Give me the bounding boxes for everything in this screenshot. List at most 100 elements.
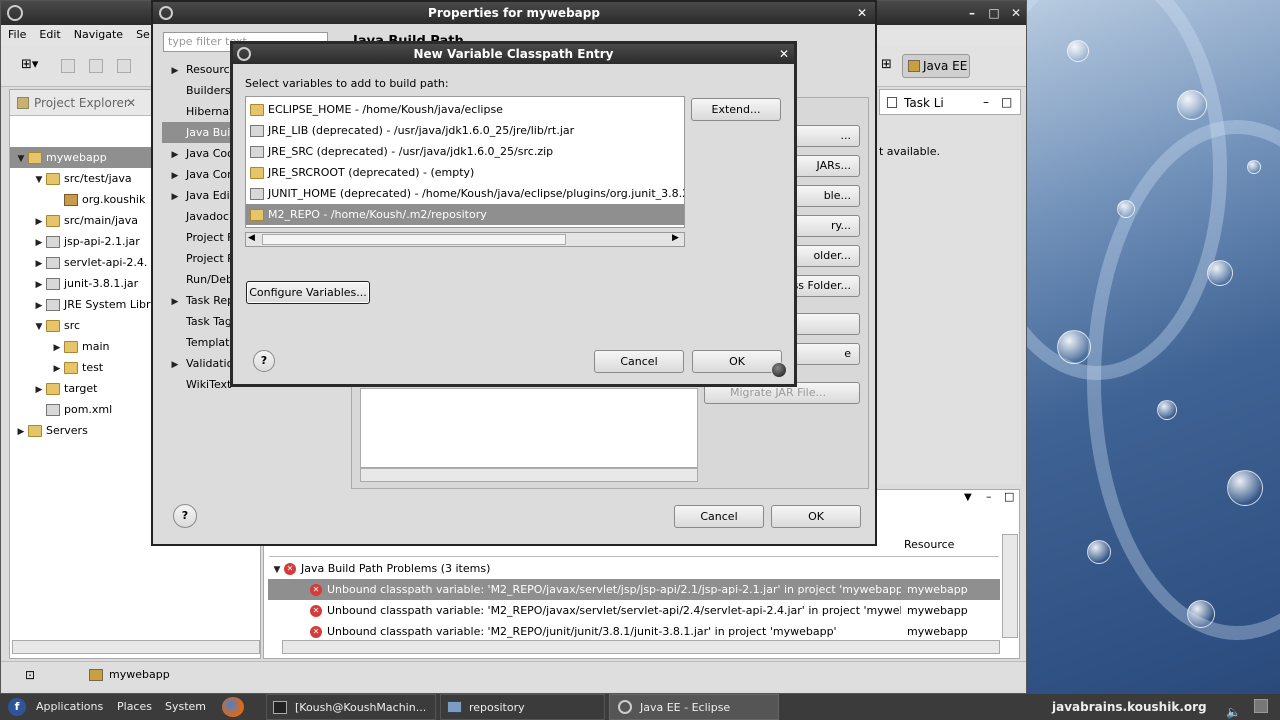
expand-arrow-icon[interactable]: ▶ bbox=[164, 166, 186, 185]
expand-arrow-icon[interactable]: ▶ bbox=[164, 187, 186, 206]
fast-view-icon[interactable]: ⊡ bbox=[25, 668, 35, 682]
folder-icon bbox=[250, 104, 264, 116]
menu-system[interactable]: System bbox=[159, 694, 212, 720]
nav-item-label: Project F bbox=[186, 231, 234, 244]
variable-label: JUNIT_HOME (deprecated) - /home/Koush/ja… bbox=[268, 187, 685, 200]
properties-ok-button[interactable]: OK bbox=[771, 505, 861, 528]
configure-variables-button[interactable]: Configure Variables... bbox=[246, 281, 370, 304]
build-path-hscroll[interactable] bbox=[360, 468, 698, 482]
nav-item-label: Java Bui bbox=[186, 126, 231, 139]
expand-arrow-icon[interactable]: ▶ bbox=[50, 359, 64, 380]
expand-arrow-icon[interactable]: ▶ bbox=[32, 275, 46, 296]
variables-list[interactable]: ECLIPSE_HOME - /home/Koush/java/eclipse J… bbox=[245, 96, 685, 228]
minimize-icon[interactable]: – bbox=[963, 4, 981, 22]
nav-item-label: Hibernat bbox=[186, 105, 234, 118]
variable-item[interactable]: M2_REPO - /home/Koush/.m2/repository bbox=[246, 204, 684, 225]
problem-resource: mywebapp bbox=[907, 583, 968, 596]
maximize-view-icon[interactable]: □ bbox=[1004, 490, 1014, 503]
expand-arrow-icon[interactable]: ▶ bbox=[164, 292, 186, 311]
expand-arrow-icon[interactable]: ▶ bbox=[32, 380, 46, 401]
problems-column-header-resource[interactable]: Resource bbox=[904, 538, 954, 551]
help-button[interactable]: ? bbox=[173, 504, 197, 528]
expand-arrow-icon[interactable]: ▶ bbox=[32, 296, 46, 317]
variable-item[interactable]: JUNIT_HOME (deprecated) - /home/Koush/ja… bbox=[246, 183, 684, 204]
collapse-arrow-icon[interactable]: ▼ bbox=[32, 170, 46, 191]
task-repository[interactable]: repository bbox=[440, 694, 605, 720]
expand-arrow-icon[interactable]: ▶ bbox=[164, 355, 186, 374]
table-row[interactable]: ✕ Unbound classpath variable: 'M2_REPO/ja… bbox=[268, 579, 1000, 600]
tree-item-label: jsp-api-2.1.jar bbox=[64, 235, 140, 248]
folder-icon bbox=[250, 167, 264, 179]
scroll-right-icon[interactable]: ▶ bbox=[672, 233, 679, 243]
problems-group[interactable]: ▼ ✕ Java Build Path Problems (3 items) bbox=[270, 558, 490, 579]
menu-file[interactable]: File bbox=[1, 25, 32, 45]
variables-hscroll[interactable]: ◀ ▶ bbox=[245, 232, 685, 247]
maximize-icon[interactable]: □ bbox=[985, 4, 1003, 22]
variable-label: M2_REPO - /home/Koush/.m2/repository bbox=[268, 208, 487, 221]
perspective-java-ee[interactable]: Java EE bbox=[902, 54, 970, 78]
save-icon[interactable] bbox=[61, 59, 75, 73]
new-variable-dialog: New Variable Classpath Entry ✕ Select va… bbox=[230, 41, 797, 387]
expand-arrow-icon[interactable]: ▶ bbox=[164, 145, 186, 164]
expand-arrow-icon[interactable]: ▶ bbox=[50, 338, 64, 359]
variable-item[interactable]: ECLIPSE_HOME - /home/Koush/java/eclipse bbox=[246, 99, 684, 120]
properties-cancel-button[interactable]: Cancel bbox=[674, 505, 764, 528]
firefox-icon[interactable] bbox=[222, 697, 244, 717]
vertical-scrollbar[interactable] bbox=[1002, 534, 1018, 638]
taskbar: f Applications Places System [Koush@Kous… bbox=[0, 694, 1280, 720]
open-perspective-icon[interactable]: ⊞ bbox=[881, 57, 892, 72]
volume-icon[interactable]: 🔈 bbox=[1226, 699, 1241, 720]
close-icon[interactable]: ✕ bbox=[1007, 4, 1025, 22]
expand-arrow-icon[interactable]: ▶ bbox=[14, 422, 28, 443]
project-icon bbox=[89, 669, 103, 681]
package-folder-icon bbox=[46, 215, 60, 227]
menu-navigate[interactable]: Navigate bbox=[67, 25, 129, 45]
collapse-arrow-icon[interactable]: ▼ bbox=[14, 149, 28, 170]
task-eclipse[interactable]: Java EE - Eclipse bbox=[609, 694, 779, 720]
folder-icon bbox=[46, 383, 60, 395]
build-path-list[interactable] bbox=[360, 388, 698, 468]
table-row[interactable]: ✕ Unbound classpath variable: 'M2_REPO/ja… bbox=[268, 600, 1000, 621]
menu-applications[interactable]: Applications bbox=[30, 694, 109, 720]
print-icon[interactable] bbox=[117, 59, 131, 73]
minimize-view-icon[interactable]: – bbox=[986, 490, 992, 503]
task-terminal[interactable]: [Koush@KoushMachin... bbox=[266, 694, 436, 720]
close-view-icon[interactable]: ✕ bbox=[126, 90, 136, 116]
expand-arrow-icon[interactable]: ▶ bbox=[32, 233, 46, 254]
close-icon[interactable]: ✕ bbox=[779, 44, 789, 64]
nav-item-label: Task Rep bbox=[186, 294, 235, 307]
close-icon[interactable]: ✕ bbox=[857, 2, 867, 24]
network-icon[interactable] bbox=[1254, 699, 1268, 713]
expand-arrow-icon[interactable]: ▶ bbox=[32, 212, 46, 233]
status-text: mywebapp bbox=[109, 668, 170, 681]
status-bar: ⊡ mywebapp bbox=[1, 661, 1026, 691]
watermark-text: javabrains.koushik.org bbox=[1052, 700, 1207, 714]
maximize-view-icon[interactable]: □ bbox=[1001, 89, 1012, 115]
new-wizard-icon[interactable]: ⊞▾ bbox=[21, 57, 47, 75]
horizontal-scrollbar[interactable] bbox=[12, 640, 260, 654]
view-menu-icon[interactable]: ▼ bbox=[964, 492, 972, 503]
collapse-arrow-icon[interactable]: ▼ bbox=[32, 317, 46, 338]
minimize-view-icon[interactable]: – bbox=[983, 89, 989, 115]
expand-arrow-icon[interactable]: ▼ bbox=[270, 560, 284, 581]
tree-item-label: main bbox=[82, 340, 110, 353]
error-icon: ✕ bbox=[310, 605, 322, 617]
help-button[interactable]: ? bbox=[253, 350, 275, 372]
dialog-cancel-button[interactable]: Cancel bbox=[594, 350, 684, 373]
extend-button[interactable]: Extend... bbox=[691, 98, 781, 121]
scroll-left-icon[interactable]: ◀ bbox=[248, 233, 255, 243]
table-row[interactable]: ✕ Unbound classpath variable: 'M2_REPO/ju… bbox=[268, 621, 1000, 642]
scroll-thumb[interactable] bbox=[262, 234, 566, 245]
expand-arrow-icon[interactable]: ▶ bbox=[164, 61, 186, 80]
variable-item[interactable]: JRE_SRC (deprecated) - /usr/java/jdk1.6.… bbox=[246, 141, 684, 162]
variable-item[interactable]: JRE_LIB (deprecated) - /usr/java/jdk1.6.… bbox=[246, 120, 684, 141]
variable-item[interactable]: JRE_SRCROOT (deprecated) - (empty) bbox=[246, 162, 684, 183]
dialog-ok-button[interactable]: OK bbox=[692, 350, 782, 373]
menu-places[interactable]: Places bbox=[111, 694, 158, 720]
task-list-tab[interactable]: Task Li – □ bbox=[879, 89, 1021, 115]
fedora-logo-icon: f bbox=[8, 698, 26, 716]
save-all-icon[interactable] bbox=[89, 59, 103, 73]
menu-edit[interactable]: Edit bbox=[32, 25, 66, 45]
problems-horizontal-scrollbar[interactable] bbox=[282, 640, 1000, 654]
expand-arrow-icon[interactable]: ▶ bbox=[32, 254, 46, 275]
